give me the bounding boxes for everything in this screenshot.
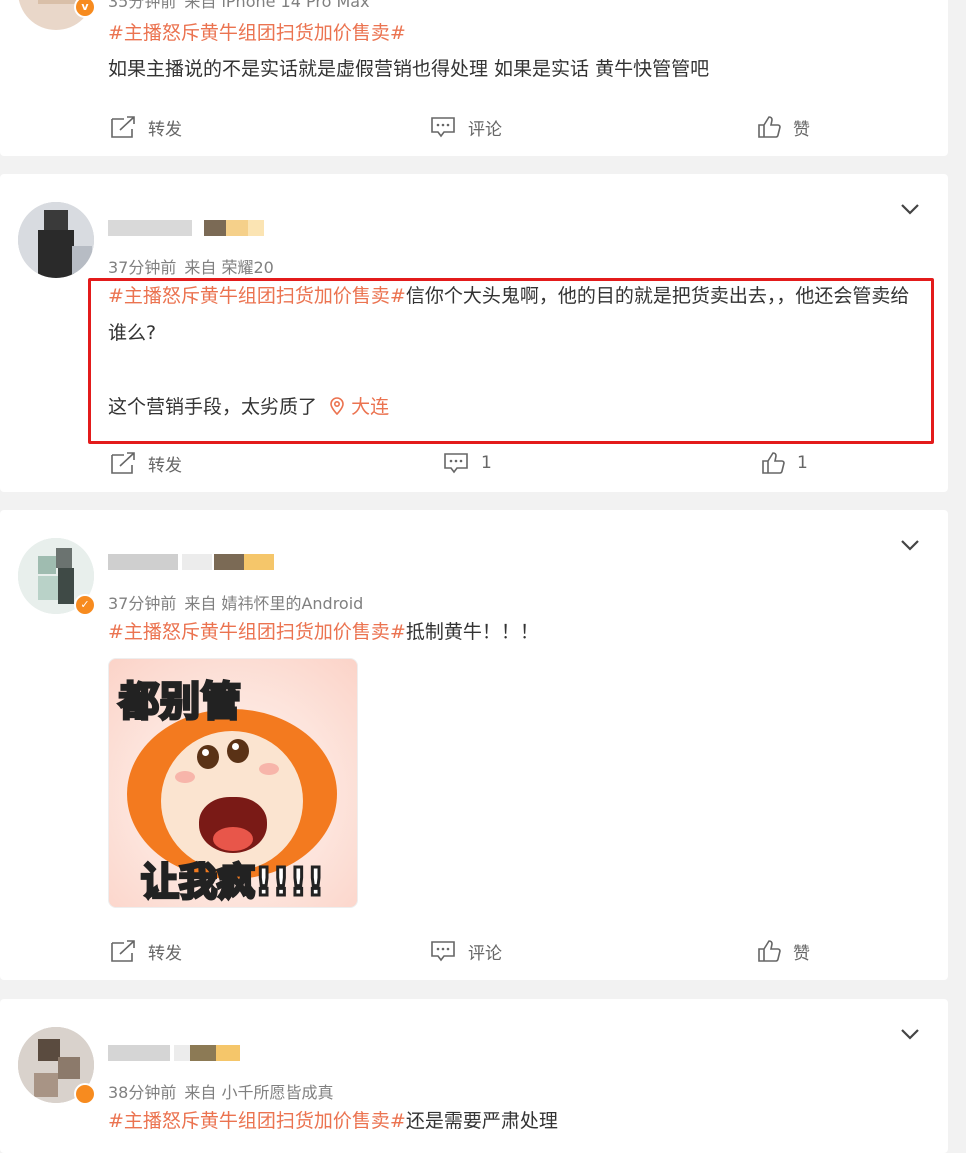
avatar[interactable] bbox=[18, 202, 94, 278]
post-source: 来自 婧祎怀里的Android bbox=[184, 594, 364, 613]
comment-button[interactable]: 评论 bbox=[430, 936, 502, 966]
post-time: 35分钟前 bbox=[108, 0, 177, 11]
post-card-4: 38分钟前 来自 小千所愿皆成真 #主播怒斥黄牛组团扫货加价售卖#还是需要严肃处理 bbox=[0, 999, 948, 1153]
verified-badge-icon: v bbox=[74, 0, 96, 18]
topic-link[interactable]: #主播怒斥黄牛组团扫货加价售卖# bbox=[108, 621, 406, 643]
eye-left bbox=[197, 745, 219, 769]
repost-button[interactable]: 转发 bbox=[110, 936, 182, 966]
post-actions: 转发 1 1 bbox=[0, 448, 948, 478]
post-actions: 转发 评论 赞 bbox=[0, 936, 948, 966]
post-meta: 35分钟前 来自 iPhone 14 Pro Max bbox=[108, 0, 370, 12]
like-button[interactable]: 1 bbox=[761, 448, 808, 478]
repost-button[interactable]: 转发 bbox=[110, 112, 182, 142]
highlight-box bbox=[88, 278, 934, 444]
chevron-down-icon[interactable] bbox=[900, 538, 920, 552]
like-count: 1 bbox=[797, 453, 808, 473]
post-time: 37分钟前 bbox=[108, 594, 177, 613]
post-actions: 转发 评论 赞 bbox=[0, 112, 948, 142]
username-blurred[interactable] bbox=[108, 1045, 242, 1061]
thumbs-up-icon bbox=[758, 116, 781, 138]
username-blurred[interactable] bbox=[108, 220, 268, 236]
username-blurred[interactable] bbox=[108, 554, 278, 570]
comment-count: 1 bbox=[481, 453, 492, 473]
blush bbox=[259, 763, 279, 775]
like-button[interactable]: 赞 bbox=[757, 936, 810, 966]
topic-link[interactable]: #主播怒斥黄牛组团扫货加价售卖# bbox=[108, 22, 406, 44]
repost-label: 转发 bbox=[148, 119, 182, 140]
comment-icon bbox=[444, 453, 468, 474]
verified-badge-icon bbox=[74, 1083, 96, 1105]
repost-icon bbox=[111, 116, 135, 138]
comment-icon bbox=[431, 117, 455, 138]
repost-icon bbox=[111, 452, 135, 474]
sticker-caption-bottom: 让我疯!!!! bbox=[139, 859, 325, 906]
sticker-caption-top: 都别管 bbox=[118, 678, 243, 727]
comment-label: 评论 bbox=[468, 119, 502, 140]
like-button[interactable]: 赞 bbox=[757, 112, 810, 142]
thumbs-up-icon bbox=[762, 452, 785, 474]
chevron-down-icon[interactable] bbox=[900, 202, 920, 216]
post-source: 来自 iPhone 14 Pro Max bbox=[184, 0, 370, 11]
post-time: 37分钟前 bbox=[108, 258, 177, 277]
thumbs-up-icon bbox=[758, 940, 781, 962]
chevron-down-icon[interactable] bbox=[900, 1027, 920, 1041]
post-meta: 37分钟前 来自 荣耀20 bbox=[108, 254, 274, 278]
post-body: 抵制黄牛！！！ bbox=[405, 621, 539, 643]
repost-icon bbox=[111, 940, 135, 962]
topic-link[interactable]: #主播怒斥黄牛组团扫货加价售卖# bbox=[108, 1110, 406, 1132]
repost-label: 转发 bbox=[148, 455, 182, 476]
post-text: #主播怒斥黄牛组团扫货加价售卖#还是需要严肃处理 bbox=[108, 1103, 918, 1140]
like-label: 赞 bbox=[793, 119, 810, 140]
comment-label: 评论 bbox=[468, 943, 502, 964]
post-body: 如果主播说的不是实话就是虚假营销也得处理 如果是实话 黄牛快管管吧 bbox=[108, 58, 710, 80]
blush bbox=[175, 771, 195, 783]
eye-right bbox=[227, 739, 249, 763]
like-label: 赞 bbox=[793, 943, 810, 964]
monkey-tongue bbox=[213, 827, 253, 851]
sticker-image[interactable]: 都别管 让我疯!!!! bbox=[108, 658, 358, 908]
verified-badge-icon: ✓ bbox=[74, 594, 96, 616]
repost-label: 转发 bbox=[148, 943, 182, 964]
comment-button[interactable]: 评论 bbox=[430, 112, 502, 142]
post-text: #主播怒斥黄牛组团扫货加价售卖# 如果主播说的不是实话就是虚假营销也得处理 如果… bbox=[108, 15, 918, 88]
post-time: 38分钟前 bbox=[108, 1083, 177, 1102]
post-meta: 38分钟前 来自 小千所愿皆成真 bbox=[108, 1079, 333, 1103]
post-source: 来自 小千所愿皆成真 bbox=[184, 1083, 334, 1102]
post-meta: 37分钟前 来自 婧祎怀里的Android bbox=[108, 590, 363, 614]
post-body: 还是需要严肃处理 bbox=[405, 1110, 558, 1132]
post-text: #主播怒斥黄牛组团扫货加价售卖#抵制黄牛！！！ bbox=[108, 614, 918, 651]
post-card-1: v 35分钟前 来自 iPhone 14 Pro Max #主播怒斥黄牛组团扫货加… bbox=[0, 0, 948, 156]
post-source: 来自 荣耀20 bbox=[184, 258, 274, 277]
comment-button[interactable]: 1 bbox=[443, 448, 492, 478]
repost-button[interactable]: 转发 bbox=[110, 448, 182, 478]
comment-icon bbox=[431, 941, 455, 962]
